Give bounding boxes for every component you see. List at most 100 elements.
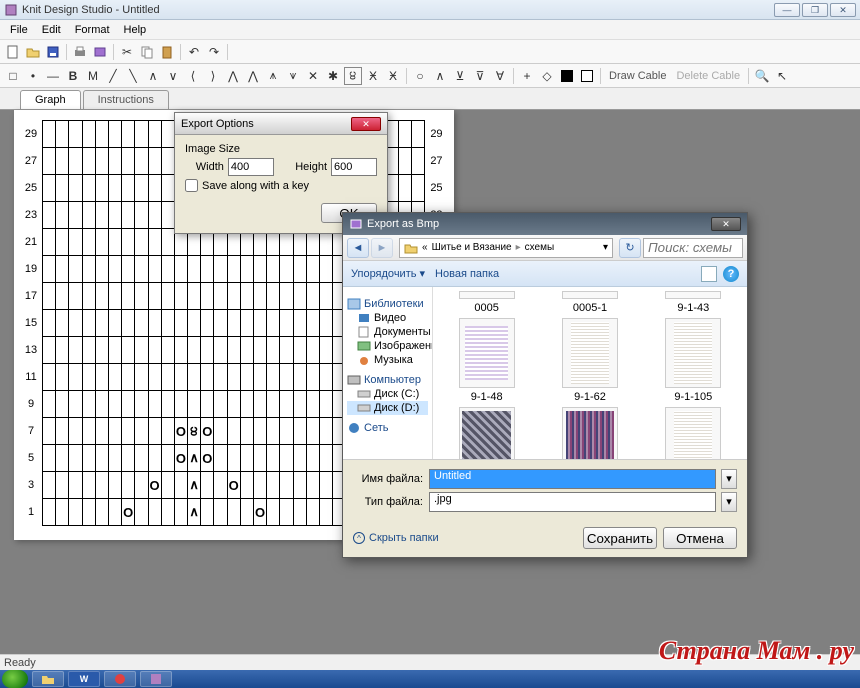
cut-icon[interactable]: ✂	[118, 43, 136, 61]
tree-disk-c[interactable]: Диск (C:)	[347, 387, 428, 401]
stitch-left[interactable]: ⟨	[184, 67, 202, 85]
file-item[interactable]	[540, 407, 639, 459]
stitch-m[interactable]: M	[84, 67, 102, 85]
organize-button[interactable]: Упорядочить ▾	[351, 267, 425, 280]
tree-video[interactable]: Видео	[347, 311, 428, 325]
stitch-x[interactable]: ✕	[304, 67, 322, 85]
file-item[interactable]	[437, 407, 536, 459]
task-app[interactable]	[140, 671, 172, 687]
stitch-bold[interactable]: B	[64, 67, 82, 85]
hide-folders-button[interactable]: ^ Скрыть папки	[353, 532, 577, 544]
start-button[interactable]	[2, 670, 28, 688]
nav-forward-button[interactable]: ►	[371, 238, 393, 258]
task-word[interactable]: W	[68, 671, 100, 687]
draw-cable-button[interactable]: Draw Cable	[605, 70, 670, 82]
tab-graph[interactable]: Graph	[20, 90, 81, 109]
stitch-dot[interactable]: •	[24, 67, 42, 85]
tree-music[interactable]: Музыка	[347, 353, 428, 367]
stitch-a1[interactable]: ⋀	[224, 67, 242, 85]
pointer-icon[interactable]: ↖	[773, 67, 791, 85]
file-item[interactable]: 0005-1	[540, 291, 639, 314]
stitch-slash-r[interactable]: ╲	[124, 67, 142, 85]
stitch-yo[interactable]: ੪	[344, 67, 362, 85]
stitch-fill[interactable]	[558, 67, 576, 85]
stitch-plus[interactable]: +	[518, 67, 536, 85]
new-icon[interactable]	[4, 43, 22, 61]
cancel-button[interactable]: Отмена	[663, 527, 737, 549]
stitch-down[interactable]: ∨	[164, 67, 182, 85]
stitch-o[interactable]: ○	[411, 67, 429, 85]
tree-network[interactable]: Сеть	[347, 421, 428, 435]
tree-documents[interactable]: Документы	[347, 325, 428, 339]
save-button[interactable]: Сохранить	[583, 527, 657, 549]
help-icon[interactable]: ?	[723, 266, 739, 282]
redo-icon[interactable]: ↷	[205, 43, 223, 61]
zoom-icon[interactable]: 🔍	[753, 67, 771, 85]
file-item[interactable]: 9-1-43	[644, 291, 743, 314]
menubar: File Edit Format Help	[0, 20, 860, 40]
menu-file[interactable]: File	[4, 22, 34, 38]
filetype-select[interactable]: .jpg	[429, 492, 716, 512]
stitch-star[interactable]: ✱	[324, 67, 342, 85]
task-browser[interactable]	[104, 671, 136, 687]
stitch-a3[interactable]: ⩚	[264, 67, 282, 85]
stitch-up[interactable]: ∧	[144, 67, 162, 85]
file-item[interactable]	[644, 407, 743, 459]
close-button[interactable]: ✕	[830, 3, 856, 17]
height-input[interactable]	[331, 158, 377, 176]
maximize-button[interactable]: ❐	[802, 3, 828, 17]
stitch-a5[interactable]: ∧	[431, 67, 449, 85]
stitch-empty[interactable]	[578, 67, 596, 85]
stitch-blank[interactable]: □	[4, 67, 22, 85]
width-input[interactable]	[228, 158, 274, 176]
width-label: Width	[185, 161, 224, 173]
print-icon[interactable]	[71, 43, 89, 61]
image-size-label: Image Size	[185, 143, 377, 155]
tree-images[interactable]: Изображения	[347, 339, 428, 353]
stitch-a4[interactable]: ⩛	[284, 67, 302, 85]
save-icon[interactable]	[44, 43, 62, 61]
save-close-button[interactable]: ✕	[711, 217, 741, 231]
stitch-a2[interactable]: ⋀	[244, 67, 262, 85]
stitch-right[interactable]: ⟩	[204, 67, 222, 85]
breadcrumb[interactable]: « Шитье и Вязание▸ схемы ▾	[399, 238, 613, 258]
stitch-slash-l[interactable]: ╱	[104, 67, 122, 85]
stitch-dash[interactable]: —	[44, 67, 62, 85]
save-key-checkbox[interactable]	[185, 179, 198, 192]
stitch-u1[interactable]: ⊻	[451, 67, 469, 85]
new-folder-button[interactable]: Новая папка	[435, 268, 499, 280]
file-item[interactable]: 9-1-48	[437, 318, 536, 403]
stitch-x3[interactable]: Ӿ	[384, 67, 402, 85]
tree-disk-d[interactable]: Диск (D:)	[347, 401, 428, 415]
nav-back-button[interactable]: ◄	[347, 238, 369, 258]
stitch-diamond[interactable]: ◇	[538, 67, 556, 85]
file-item[interactable]: 0005	[437, 291, 536, 314]
export-dialog-title: Export Options	[181, 118, 351, 130]
stitch-u2[interactable]: ⊽	[471, 67, 489, 85]
tree-computer[interactable]: Компьютер	[347, 373, 428, 387]
file-item[interactable]: 9-1-105	[644, 318, 743, 403]
views-icon[interactable]	[701, 266, 717, 282]
export-close-button[interactable]: ✕	[351, 117, 381, 131]
copy-icon[interactable]	[138, 43, 156, 61]
menu-format[interactable]: Format	[69, 22, 116, 38]
tab-instructions[interactable]: Instructions	[83, 90, 169, 109]
refresh-button[interactable]: ↻	[619, 238, 641, 258]
filename-dropdown[interactable]: ▾	[721, 469, 737, 489]
stitch-x2[interactable]: Ӿ	[364, 67, 382, 85]
filename-input[interactable]: Untitled	[429, 469, 716, 489]
minimize-button[interactable]: —	[774, 3, 800, 17]
menu-help[interactable]: Help	[118, 22, 153, 38]
paste-icon[interactable]	[158, 43, 176, 61]
tree-libraries[interactable]: Библиотеки	[347, 297, 428, 311]
undo-icon[interactable]: ↶	[185, 43, 203, 61]
filetype-dropdown[interactable]: ▾	[721, 492, 737, 512]
search-input[interactable]	[643, 238, 743, 258]
filename-label: Имя файла:	[353, 473, 423, 485]
open-icon[interactable]	[24, 43, 42, 61]
menu-edit[interactable]: Edit	[36, 22, 67, 38]
task-explorer[interactable]	[32, 671, 64, 687]
export-icon[interactable]	[91, 43, 109, 61]
stitch-u3[interactable]: ∀	[491, 67, 509, 85]
file-item[interactable]: 9-1-62	[540, 318, 639, 403]
